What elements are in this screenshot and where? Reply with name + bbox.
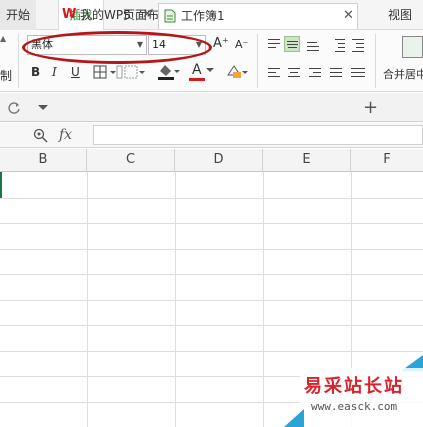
tab-list-chevron-icon[interactable] [38,105,48,111]
row-gridline [0,351,423,352]
ribbon-separator [375,34,376,88]
tab-label: 工作簿1 [181,9,225,23]
increase-indent-icon[interactable] [350,37,366,53]
column-header-d[interactable]: D [175,149,263,172]
row-gridline [0,300,423,301]
decrease-indent-icon[interactable] [330,37,346,53]
column-header-b[interactable]: B [0,149,87,172]
italic-button[interactable]: I [52,65,57,79]
justify-icon[interactable] [328,65,344,81]
document-icon [164,9,176,23]
grow-font-button[interactable]: A⁺ [213,36,229,51]
bold-button[interactable]: B [31,65,40,79]
column-gridline [175,172,176,427]
align-right-icon[interactable] [307,65,323,81]
formula-input[interactable] [93,125,423,145]
ribbon-separator [18,34,19,88]
ribbon-separator [257,34,258,88]
align-left-icon[interactable] [266,65,282,81]
row-gridline [0,249,423,250]
chevron-down-icon[interactable] [206,68,214,74]
column-gridline [263,172,264,427]
tab-my-wps[interactable]: W 我的WPS ✕ [56,3,156,29]
menu-home[interactable]: 开始 [0,0,36,30]
refresh-icon[interactable] [7,101,21,115]
clear-format-icon[interactable] [225,63,249,81]
close-icon[interactable]: ✕ [142,3,153,27]
format-painter-label[interactable]: 制 [0,67,12,84]
distributed-align-icon[interactable] [350,65,366,81]
font-color-button[interactable]: A [192,62,202,78]
fill-color-icon[interactable] [156,62,180,80]
paste-icon[interactable]: ▲ [0,34,6,43]
column-header-f[interactable]: F [351,149,423,172]
row-gridline [0,198,423,199]
align-center-icon[interactable] [286,65,302,81]
tab-workbook1[interactable]: 工作簿1 ✕ [158,3,358,29]
font-color-swatch [189,78,205,81]
column-header-e[interactable]: E [263,149,351,172]
menu-view[interactable]: 视图 [378,0,422,30]
row-gridline [0,325,423,326]
fx-button[interactable]: fx [59,127,72,143]
watermark-title: 易采站长站 [304,376,404,397]
merge-center-icon[interactable] [402,36,423,58]
column-header-c[interactable]: C [87,149,175,172]
close-icon[interactable]: ✕ [343,4,354,28]
active-cell-indicator [0,172,2,198]
column-gridline [87,172,88,427]
formula-bar: fx [0,123,423,148]
merge-center-button[interactable]: 合并居中 [383,66,423,82]
document-tab-bar [0,93,423,122]
align-middle-icon[interactable] [284,36,300,52]
watermark-corner [284,409,304,427]
wps-logo-icon: W [62,7,77,22]
watermark-url: www.easck.com [311,400,398,413]
annotation-oval [22,31,212,64]
align-top-icon[interactable] [266,37,282,53]
tab-label: 我的WPS [80,8,131,22]
shrink-font-button[interactable]: A⁻ [235,38,248,51]
row-gridline [0,223,423,224]
zoom-icon[interactable] [33,128,49,144]
new-tab-button[interactable]: + [363,97,378,118]
align-bottom-icon[interactable] [305,37,321,53]
row-gridline [0,274,423,275]
cell-style-icon[interactable] [124,64,146,80]
underline-button[interactable]: U [71,65,80,79]
borders-icon[interactable] [93,64,123,80]
